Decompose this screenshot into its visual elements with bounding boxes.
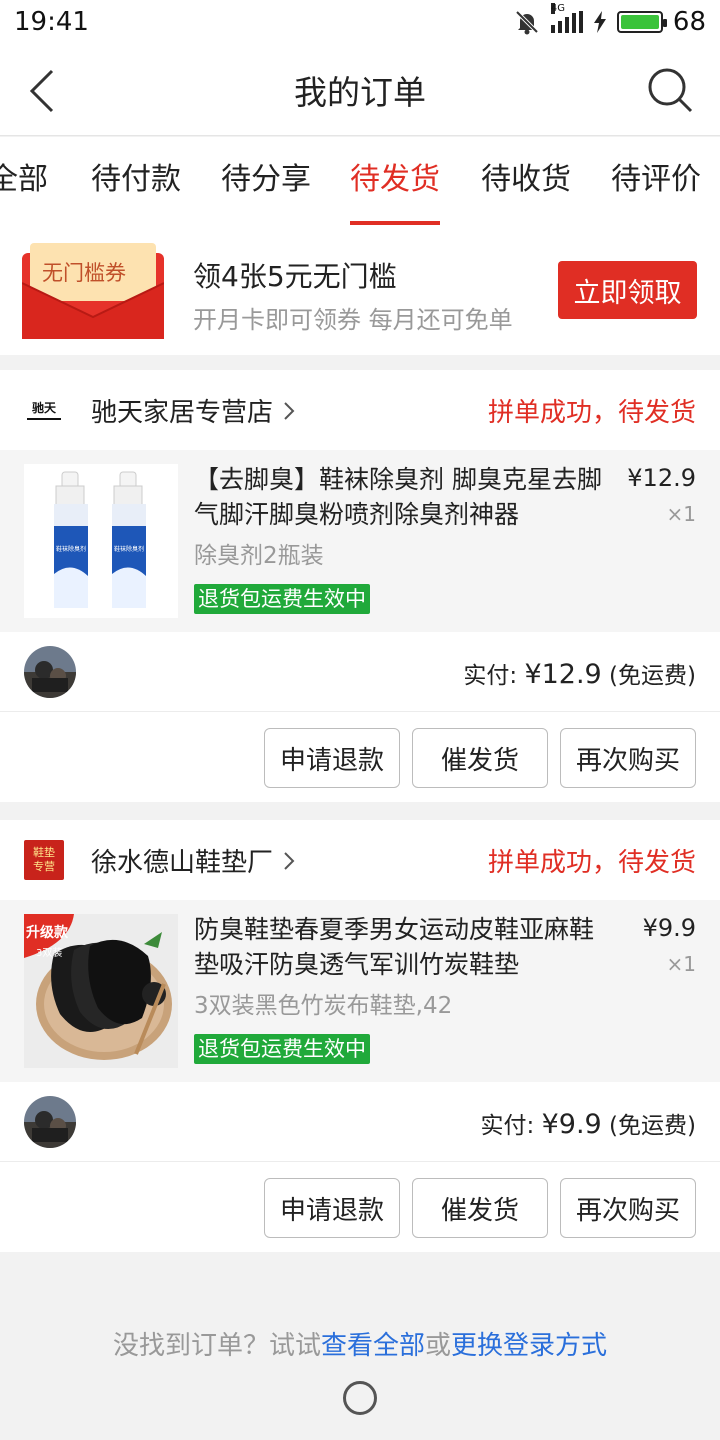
tip-prefix: 没找到订单？试试 [112,1331,321,1361]
chevron-right-icon [284,851,295,870]
home-button[interactable] [343,1381,377,1415]
order-card: 驰天 驰天家居专营店 拼单成功，待发货 鞋袜除臭剂 鞋袜除臭剂 【去脚臭】鞋袜除… [0,370,720,802]
return-shipping-badge: 退货包运费生效中 [194,584,370,614]
paid-label: 实付: [463,663,518,689]
product-spec: 除臭剂2瓶装 [194,543,324,569]
refund-button[interactable]: 申请退款 [264,1178,400,1238]
switch-login-link[interactable]: 更换登录方式 [451,1331,607,1361]
avatar [24,646,76,698]
tab-pending-payment[interactable]: 待付款 [91,137,181,225]
tab-pending-review[interactable]: 待评价 [611,137,701,225]
product-image: 升级款 3双装 [24,914,178,1068]
product-image: 鞋袜除臭剂 鞋袜除臭剂 [24,464,178,618]
order-status: 拼单成功，待发货 [487,398,696,428]
upgrade-badge-text: 升级款 [26,925,68,941]
paid-amount: 实付: ¥9.9 (免运费) [481,1106,696,1140]
chevron-right-icon [284,401,295,420]
goods-row[interactable]: 升级款 3双装 防臭鞋垫春夏季男女运动皮鞋亚麻鞋垫吸汗防臭透气军训竹炭鞋垫 3双… [0,900,720,1082]
shop-row[interactable]: 驰天 驰天家居专营店 拼单成功，待发货 [0,370,720,450]
paid-value: ¥9.9 [541,1109,602,1140]
status-bar: 19:41 4G 68 [0,0,720,44]
tab-all[interactable]: 全部 [0,137,48,225]
back-arrow-icon[interactable] [26,68,66,114]
buy-again-button[interactable]: 再次购买 [560,1178,696,1238]
signal-icon: 4G [550,3,583,33]
network-type: 4G [550,3,566,14]
product-title: 防臭鞋垫春夏季男女运动皮鞋亚麻鞋垫吸汗防臭透气军训竹炭鞋垫 [194,915,595,979]
product-price: ¥9.9 [642,914,696,942]
shop-logo: 驰天 [24,390,64,430]
order-status: 拼单成功，待发货 [487,848,696,878]
shop-name[interactable]: 驰天家居专营店 [91,392,295,429]
payment-row: 实付: ¥12.9 (免运费) [0,632,720,712]
status-time: 19:41 [14,7,89,37]
shipping-note: (免运费) [609,663,696,689]
search-icon[interactable] [646,66,694,114]
avatar [24,1096,76,1148]
shop-name-label: 驰天家居专营店 [91,398,274,428]
product-spec: 3双装黑色竹炭布鞋垫,42 [194,993,453,1019]
red-envelope-icon: 无门槛券 [22,243,164,339]
paid-label: 实付: [480,1113,535,1139]
shop-logo-text: 驰天 [31,400,56,415]
order-actions: 申请退款 催发货 再次购买 [0,1162,720,1252]
shop-logo-text: 鞋垫专营 [33,846,55,873]
paid-value: ¥12.9 [524,659,602,690]
tab-pending-share[interactable]: 待分享 [221,137,311,225]
charging-icon [593,11,606,33]
order-tabs: 全部 待付款 待分享 待发货 待收货 待评价 [0,137,720,225]
upgrade-badge-sub: 3双装 [36,948,63,959]
shop-name-label: 徐水德山鞋垫厂 [91,848,274,878]
shop-logo: 鞋垫专营 [24,840,64,880]
mute-bell-icon [515,10,539,35]
paid-amount: 实付: ¥12.9 (免运费) [463,656,696,690]
no-order-tip: 没找到订单？试试查看全部或更换登录方式 [0,1325,720,1362]
battery-level: 68 [672,7,706,37]
order-actions: 申请退款 催发货 再次购买 [0,712,720,802]
urge-shipment-button[interactable]: 催发货 [412,1178,548,1238]
urge-shipment-button[interactable]: 催发货 [412,728,548,788]
promo-title: 领4张5元无门槛 [193,260,397,293]
goods-row[interactable]: 鞋袜除臭剂 鞋袜除臭剂 【去脚臭】鞋袜除臭剂 脚臭克星去脚气脚汗脚臭粉喷剂除臭剂… [0,450,720,632]
shop-row[interactable]: 鞋垫专营 徐水德山鞋垫厂 拼单成功，待发货 [0,820,720,900]
coupon-label: 无门槛券 [42,261,126,285]
status-icons: 4G 68 [513,3,706,37]
tip-middle: 或 [425,1331,452,1361]
shipping-note: (免运费) [609,1113,696,1139]
product-label-right: 鞋袜除臭剂 [113,546,144,553]
battery-icon [616,11,667,33]
promo-subtitle: 开月卡即可领券 每月还可免单 [193,306,513,334]
coupon-banner: 无门槛券 领4张5元无门槛 开月卡即可领券 每月还可免单 立即领取 [0,225,720,355]
refund-button[interactable]: 申请退款 [264,728,400,788]
product-price: ¥12.9 [627,464,696,492]
product-quantity: ×1 [666,502,696,526]
return-shipping-badge: 退货包运费生效中 [194,1034,370,1064]
order-card: 鞋垫专营 徐水德山鞋垫厂 拼单成功，待发货 升级款 3双装 防臭鞋垫春夏季男女运… [0,820,720,1252]
nav-header: 我的订单 [0,44,720,136]
payment-row: 实付: ¥9.9 (免运费) [0,1082,720,1162]
tab-pending-receipt[interactable]: 待收货 [481,137,571,225]
product-quantity: ×1 [666,952,696,976]
shop-logo-mark [27,417,61,420]
claim-coupon-button[interactable]: 立即领取 [558,261,697,319]
product-label-left: 鞋袜除臭剂 [55,546,86,553]
shop-name[interactable]: 徐水德山鞋垫厂 [91,842,295,879]
buy-again-button[interactable]: 再次购买 [560,728,696,788]
product-title: 【去脚臭】鞋袜除臭剂 脚臭克星去脚气脚汗脚臭粉喷剂除臭剂神器 [194,465,602,529]
view-all-link[interactable]: 查看全部 [321,1331,425,1361]
tab-pending-shipment[interactable]: 待发货 [350,137,440,225]
page-title: 我的订单 [294,72,426,112]
